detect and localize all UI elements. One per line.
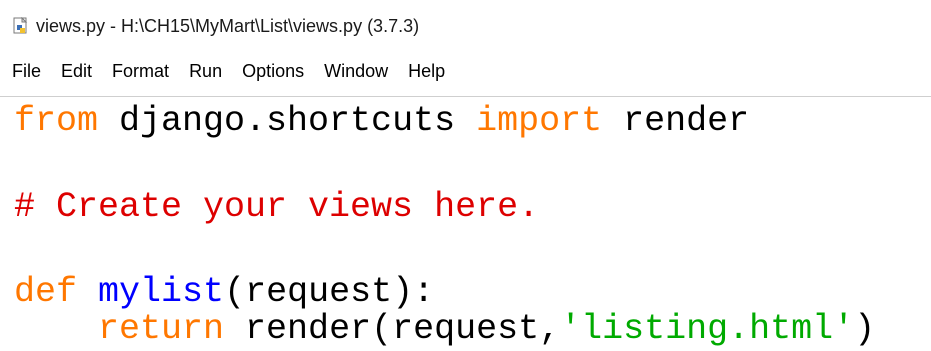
code-line-3: # Create your views here. (14, 187, 539, 227)
idle-editor-window: views.py - H:\CH15\MyMart\List\views.py … (0, 0, 931, 351)
menu-file[interactable]: File (12, 61, 41, 82)
window-title: views.py - H:\CH15\MyMart\List\views.py … (36, 15, 420, 36)
code-line-1: from django.shortcuts import render (14, 101, 749, 141)
menu-format[interactable]: Format (112, 61, 169, 82)
menu-help[interactable]: Help (408, 61, 445, 82)
closing-paren: ) (854, 309, 876, 349)
keyword-from: from (14, 101, 99, 141)
menu-bar: File Edit Format Run Options Window Help (0, 52, 931, 90)
keyword-def: def (14, 272, 78, 312)
title-bar: views.py - H:\CH15\MyMart\List\views.py … (0, 0, 931, 52)
code-comment: # Create your views here. (14, 187, 540, 227)
code-line-5: def mylist(request): (14, 272, 434, 312)
import-target: render (602, 101, 750, 141)
template-string: 'listing.html' (560, 309, 855, 349)
module-name: django.shortcuts (98, 101, 477, 141)
render-call: render(request, (224, 309, 561, 349)
menu-edit[interactable]: Edit (61, 61, 92, 82)
function-name: mylist (98, 272, 225, 312)
python-file-icon (12, 17, 30, 35)
function-params: (request): (224, 272, 435, 312)
menu-window[interactable]: Window (324, 61, 388, 82)
menu-options[interactable]: Options (242, 61, 304, 82)
menu-run[interactable]: Run (189, 61, 222, 82)
code-line-6: return render(request,'listing.html') (14, 309, 875, 349)
keyword-import: import (476, 101, 603, 141)
code-editor[interactable]: from django.shortcuts import render # Cr… (0, 96, 931, 351)
keyword-return: return (98, 309, 225, 349)
